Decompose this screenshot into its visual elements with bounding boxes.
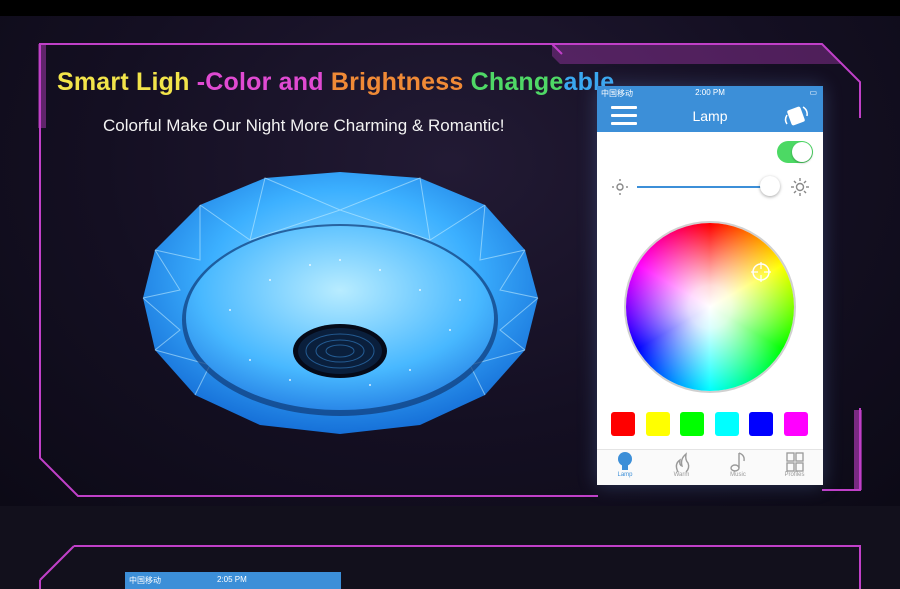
brightness-high-icon xyxy=(791,178,809,196)
tab-music[interactable]: Music xyxy=(710,450,766,485)
music-note-icon xyxy=(710,451,766,473)
ceiling-lamp-image xyxy=(142,172,539,434)
brightness-slider-thumb[interactable] xyxy=(760,176,781,196)
tab-warm[interactable]: Warm xyxy=(654,450,710,485)
status-time: 2:00 PM xyxy=(695,88,725,97)
tab-label: Lamp xyxy=(617,472,633,478)
bulb-icon xyxy=(597,451,653,473)
tab-label: Profiles xyxy=(784,472,805,478)
status-bar: 中国移动 2:00 PM ▭ xyxy=(597,86,823,100)
preset-swatch-2[interactable] xyxy=(645,412,670,436)
tab-label: Music xyxy=(730,472,746,478)
toggle-knob xyxy=(792,142,812,162)
subheadline: Colorful Make Our Night More Charming & … xyxy=(103,116,505,135)
second-carrier-label: 中国移动 xyxy=(129,576,161,585)
app-nav-bar: Lamp xyxy=(597,100,823,132)
headline-part-3: Brightness xyxy=(330,68,471,96)
brightness-slider-track[interactable] xyxy=(637,186,773,188)
preset-color-row xyxy=(611,412,811,436)
battery-icon: ▭ xyxy=(809,88,817,97)
headline-part-2: -Color and xyxy=(189,68,331,96)
headline: Smart Ligh -Color and Brightness Changea… xyxy=(57,68,614,97)
color-wheel[interactable] xyxy=(626,223,794,391)
preset-swatch-4[interactable] xyxy=(714,412,739,436)
second-phone-status-bar: 中国移动 2:05 PM xyxy=(125,572,341,589)
preset-swatch-6[interactable] xyxy=(784,412,808,436)
grid-icon xyxy=(767,451,823,473)
tab-label: Warm xyxy=(673,472,690,478)
power-toggle[interactable] xyxy=(777,141,813,163)
brightness-low-icon xyxy=(612,179,628,195)
phone-app-screen: 中国移动 2:00 PM ▭ Lamp Lamp Warm Music Prof… xyxy=(597,86,823,485)
preset-swatch-1[interactable] xyxy=(611,412,635,436)
flame-icon xyxy=(654,451,710,473)
device-scan-icon[interactable] xyxy=(783,104,811,128)
tab-profiles[interactable]: Profiles xyxy=(767,450,823,485)
app-tab-bar: Lamp Warm Music Profiles xyxy=(597,449,823,485)
headline-part-1: Smart Ligh xyxy=(57,68,190,96)
color-picker-reticle-icon[interactable] xyxy=(750,261,772,283)
color-wheel-center xyxy=(626,223,794,391)
preset-swatch-3[interactable] xyxy=(680,412,705,436)
headline-part-4: Change xyxy=(470,68,564,96)
preset-swatch-5[interactable] xyxy=(749,412,774,436)
tab-lamp[interactable]: Lamp xyxy=(597,450,653,485)
product-banner: Smart Ligh -Color and Brightness Changea… xyxy=(0,0,900,589)
second-status-time: 2:05 PM xyxy=(217,575,247,584)
